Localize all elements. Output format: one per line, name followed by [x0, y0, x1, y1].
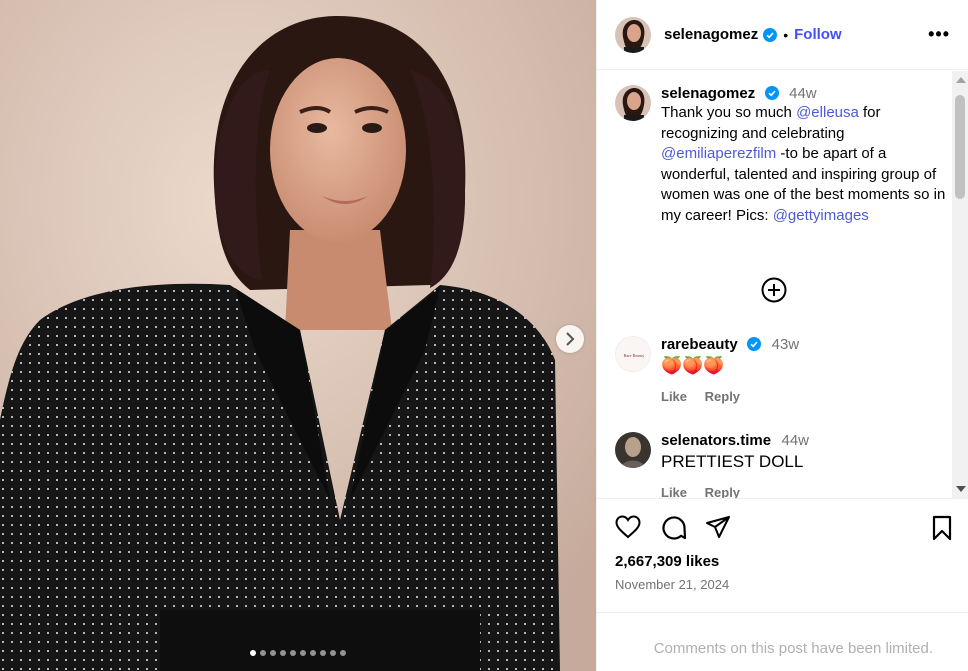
caption-text-part: Thank you so much	[661, 104, 797, 121]
carousel-dot	[280, 650, 286, 656]
carousel-dot	[290, 650, 296, 656]
mention-link[interactable]: @gettyimages	[773, 207, 869, 224]
like-comment-button[interactable]: Like	[661, 485, 687, 498]
plus-circle-icon[interactable]	[761, 277, 787, 303]
follow-button[interactable]: Follow	[794, 26, 842, 43]
bookmark-icon[interactable]	[931, 515, 953, 541]
scroll-up-arrow-icon[interactable]	[956, 77, 966, 83]
next-slide-button[interactable]	[556, 325, 584, 353]
caption-username[interactable]: selenagomez	[661, 85, 755, 102]
like-comment-button[interactable]: Like	[661, 389, 687, 404]
carousel-dot	[260, 650, 266, 656]
chevron-right-icon	[566, 332, 575, 346]
author-username[interactable]: selenagomez	[664, 26, 758, 43]
mention-link[interactable]: @emiliaperezfilm	[661, 145, 776, 162]
post-header: selenagomez • Follow •••	[597, 0, 968, 70]
carousel-dot	[250, 650, 256, 656]
rarebeauty-logo-text: Rare Beauty	[624, 353, 646, 358]
reply-button[interactable]: Reply	[705, 485, 740, 498]
caption-time[interactable]: 44w	[789, 85, 817, 102]
reply-button[interactable]: Reply	[705, 389, 740, 404]
action-bar	[597, 499, 968, 555]
carousel-dot	[340, 650, 346, 656]
comment-text: PRETTIEST DOLL	[661, 452, 804, 471]
post-date[interactable]: November 21, 2024	[615, 577, 729, 592]
comment-time[interactable]: 44w	[782, 432, 810, 449]
verified-badge-icon	[763, 27, 778, 42]
commenter-avatar[interactable]: Rare Beauty	[615, 336, 651, 372]
paper-plane-icon[interactable]	[705, 515, 731, 539]
comment-item: selenators.time 44w PRETTIEST DOLL Like …	[615, 432, 949, 498]
caption-text: Thank you so much @elleusa for recognizi…	[661, 103, 949, 226]
comments-limited-text: Comments on this post have been limited.	[653, 640, 933, 657]
carousel-dot	[270, 650, 276, 656]
comment-time[interactable]: 43w	[772, 336, 800, 353]
scroll-down-arrow-icon[interactable]	[956, 486, 966, 492]
verified-badge-icon	[747, 337, 762, 351]
comments-list[interactable]: selenagomez 44w Thank you so much @elleu…	[597, 71, 949, 498]
separator-dot: •	[783, 26, 789, 43]
scroll-thumb[interactable]	[955, 95, 965, 199]
comment-icon[interactable]	[661, 515, 687, 541]
carousel-dot	[320, 650, 326, 656]
post-side-panel: selenagomez • Follow ••• selenagomez 44w…	[596, 0, 968, 671]
post-media[interactable]	[0, 0, 596, 671]
post-footer: 2,667,309 likes November 21, 2024 Commen…	[597, 498, 968, 657]
comment-item: Rare Beauty rarebeauty 43w 🍑🍑🍑 Like Repl…	[615, 336, 949, 404]
commenter-username[interactable]: rarebeauty	[661, 336, 738, 353]
post-photo	[0, 0, 596, 671]
comments-limited-notice: Comments on this post have been limited.	[597, 612, 968, 671]
heart-icon[interactable]	[615, 515, 641, 539]
verified-badge-icon	[764, 86, 779, 100]
likes-count[interactable]: 2,667,309 likes	[615, 553, 719, 570]
comments-scrollbar[interactable]	[952, 71, 968, 498]
commenter-avatar[interactable]	[615, 432, 651, 468]
carousel-indicator	[0, 650, 596, 656]
author-avatar[interactable]	[615, 16, 651, 53]
mention-link[interactable]: @elleusa	[796, 104, 859, 121]
carousel-dot	[300, 650, 306, 656]
caption: selenagomez 44w Thank you so much @elleu…	[615, 85, 949, 226]
more-options-button[interactable]: •••	[928, 24, 950, 45]
commenter-username[interactable]: selenators.time	[661, 432, 771, 449]
carousel-dot	[330, 650, 336, 656]
carousel-dot	[310, 650, 316, 656]
caption-avatar[interactable]	[615, 85, 651, 121]
comment-text: 🍑🍑🍑	[661, 356, 725, 375]
